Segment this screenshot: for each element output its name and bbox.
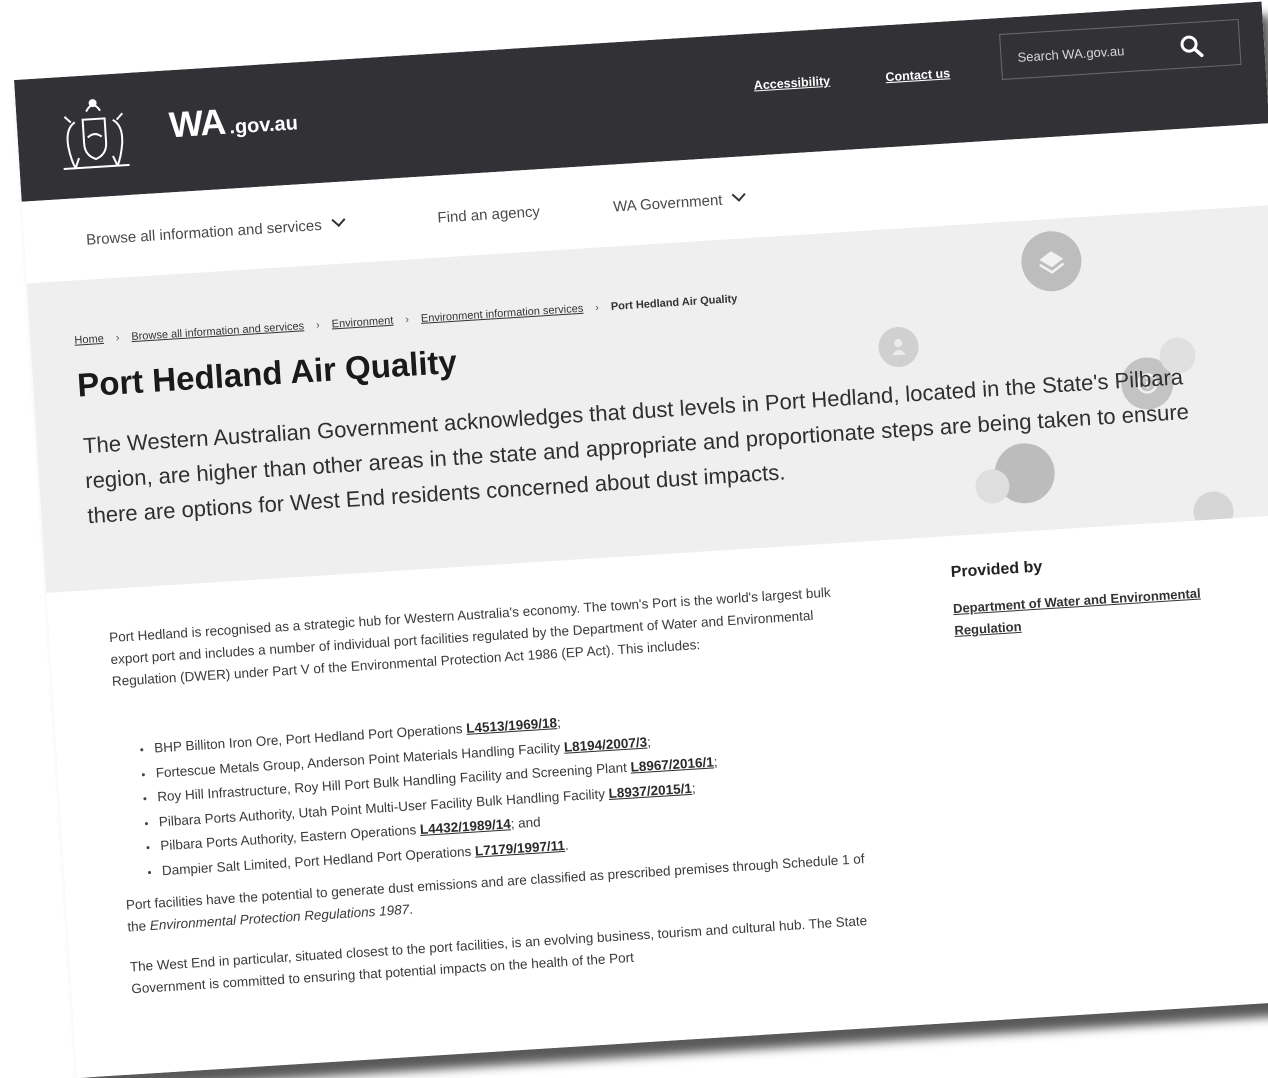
nav-browse-all-label: Browse all information and services	[86, 217, 323, 249]
crest-logo-icon	[51, 89, 138, 178]
breadcrumb-environment-info[interactable]: Environment information services	[421, 303, 584, 325]
user-icon	[877, 326, 919, 368]
search-icon[interactable]	[1178, 33, 1203, 58]
main-content: Port Hedland is recognised as a strategi…	[46, 514, 1268, 1078]
para2-end: .	[409, 902, 414, 917]
contact-us-link[interactable]: Contact us	[885, 66, 950, 84]
breadcrumb-separator-icon: ›	[316, 319, 320, 331]
breadcrumb-separator-icon: ›	[595, 302, 599, 314]
breadcrumb-separator-icon: ›	[115, 332, 119, 344]
chevron-down-icon	[732, 188, 746, 202]
nav-browse-all[interactable]: Browse all information and services	[86, 216, 344, 249]
nav-find-agency[interactable]: Find an agency	[437, 203, 540, 226]
provider-link[interactable]: Department of Water and Environmental Re…	[952, 579, 1254, 642]
licence-link[interactable]: L8967/2016/1	[630, 754, 714, 774]
breadcrumb-current: Port Hedland Air Quality	[611, 293, 738, 313]
brand-domain: .gov.au	[229, 112, 299, 138]
search-input[interactable]	[1000, 23, 1193, 81]
page-sheet: WA.gov.au Accessibility Contact us Brows…	[14, 2, 1268, 1078]
licence-suffix: ;	[556, 715, 561, 730]
licence-suffix: .	[564, 837, 569, 852]
intro-paragraph: Port Hedland is recognised as a strategi…	[109, 579, 872, 693]
chevron-down-icon	[331, 213, 345, 227]
licence-link[interactable]: L8937/2015/1	[608, 780, 692, 800]
search-box	[999, 19, 1241, 80]
nav-wa-government-label: WA Government	[613, 192, 723, 216]
breadcrumb-home[interactable]: Home	[74, 333, 104, 347]
accessibility-link[interactable]: Accessibility	[753, 74, 830, 93]
nav-wa-government[interactable]: WA Government	[613, 190, 745, 215]
site-brand[interactable]: WA.gov.au	[168, 96, 299, 146]
licence-suffix: ; and	[510, 814, 541, 831]
breadcrumb: Home › Browse all information and services…	[74, 293, 738, 347]
licence-link[interactable]: L7179/1997/11	[474, 837, 565, 858]
licence-link[interactable]: L8194/2007/3	[563, 734, 647, 754]
layers-icon	[1020, 229, 1084, 293]
breadcrumb-environment[interactable]: Environment	[331, 315, 393, 331]
licence-suffix: ;	[691, 780, 696, 795]
page-title: Port Hedland Air Quality	[76, 343, 458, 405]
provided-by-heading: Provided by	[950, 558, 1043, 582]
nav-find-agency-label: Find an agency	[437, 203, 540, 226]
licence-suffix: ;	[713, 754, 718, 769]
licence-suffix: ;	[647, 734, 652, 749]
brand-main: WA	[168, 101, 226, 145]
breadcrumb-separator-icon: ›	[405, 314, 409, 326]
licence-link[interactable]: L4513/1969/18	[466, 715, 558, 736]
licence-link[interactable]: L4432/1989/14	[420, 816, 512, 837]
breadcrumb-browse-all[interactable]: Browse all information and services	[131, 320, 304, 343]
